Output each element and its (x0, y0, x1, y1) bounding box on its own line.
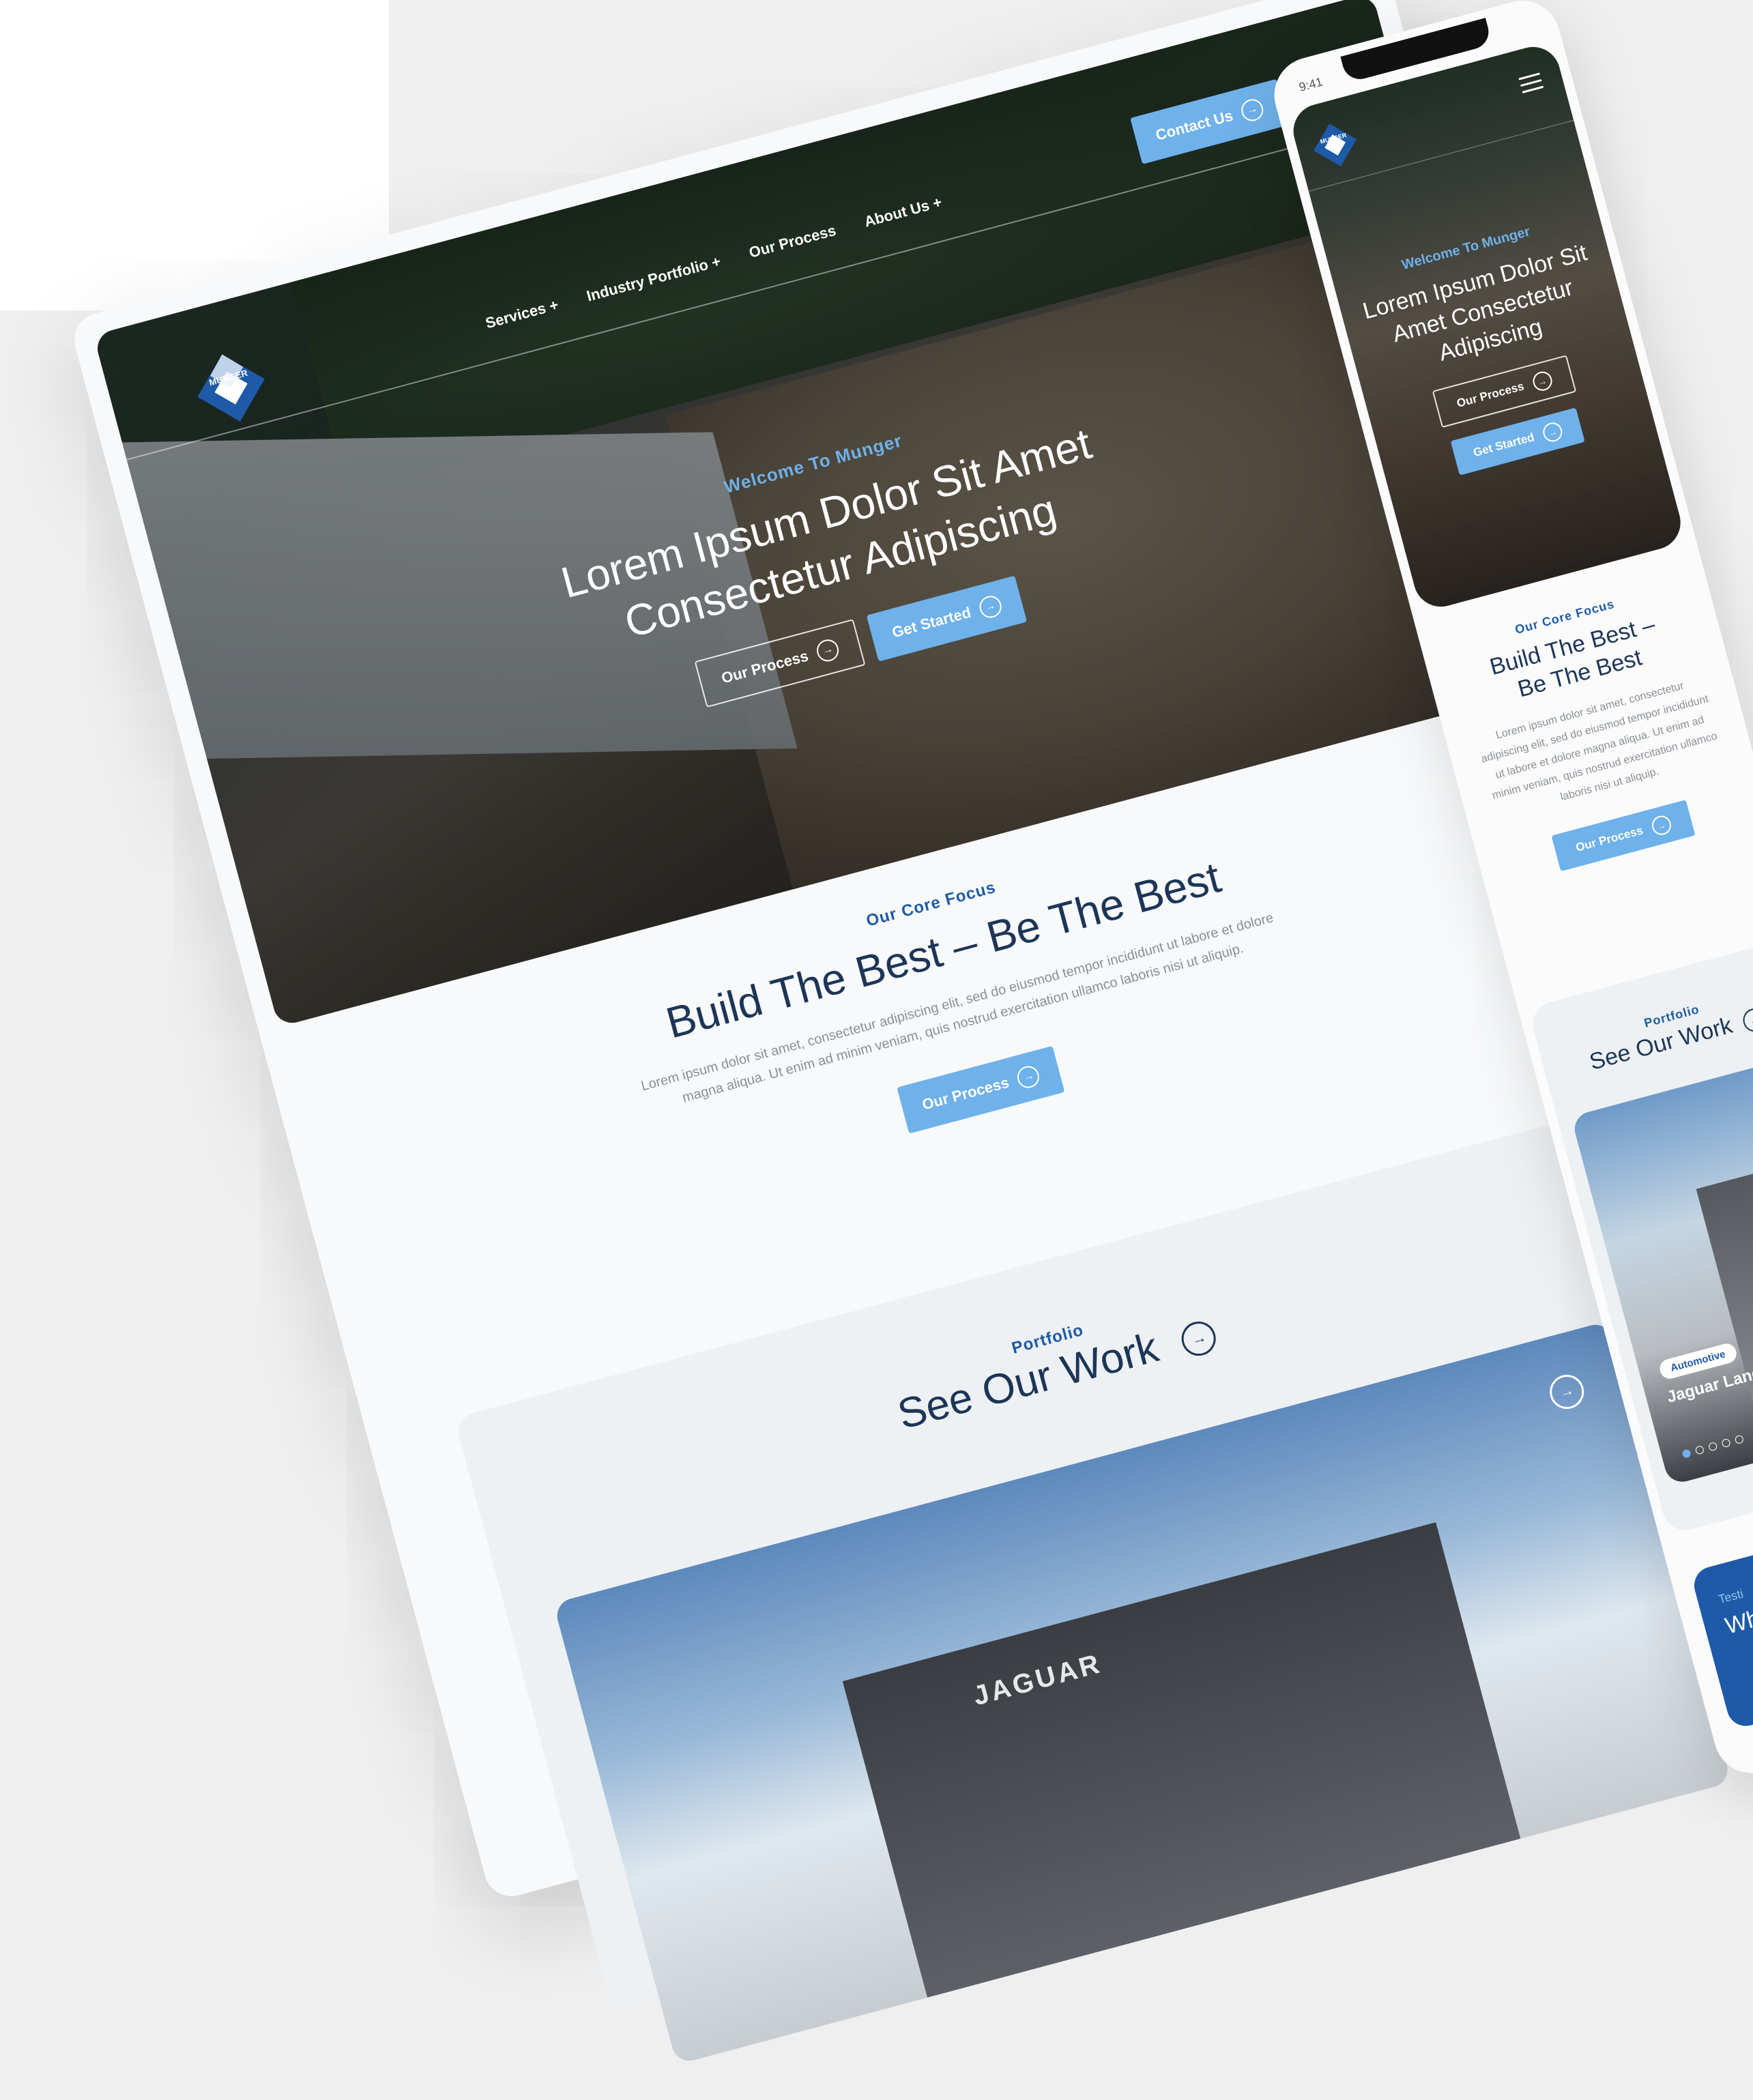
menu-icon-bar (1522, 85, 1544, 93)
arrow-right-icon: → (1015, 1063, 1042, 1091)
arrow-right-icon: → (814, 637, 841, 664)
arrow-right-icon[interactable]: → (1178, 1317, 1220, 1360)
hero-our-process-label: Our Process (719, 647, 811, 687)
arrow-right-icon[interactable]: → (1546, 1371, 1588, 1413)
arrow-right-icon: → (1649, 813, 1673, 837)
carousel-dot[interactable] (1681, 1448, 1692, 1459)
carousel-dots (1681, 1434, 1745, 1459)
arrow-right-icon: → (976, 593, 1004, 621)
arrow-right-icon: → (1238, 96, 1266, 123)
status-time: 9:41 (1297, 74, 1324, 94)
contact-us-label: Contact Us (1153, 106, 1235, 144)
menu-icon-bar (1520, 79, 1542, 87)
testimonial-eyebrow: Testi (1717, 1586, 1745, 1607)
arrow-right-icon[interactable]: → (1740, 1006, 1753, 1034)
core-our-process-label: Our Process (920, 1073, 1011, 1113)
mobile-core-our-process-button[interactable]: Our Process → (1551, 800, 1696, 872)
carousel-dot[interactable] (1721, 1438, 1731, 1448)
arrow-right-icon: → (1530, 369, 1554, 393)
mobile-core-our-process-label: Our Process (1574, 823, 1645, 854)
carousel-dot[interactable] (1707, 1441, 1718, 1452)
arrow-right-icon: → (1541, 420, 1565, 444)
carousel-dot[interactable] (1694, 1445, 1705, 1455)
portfolio-section: Portfolio See Our Work → JAGUAR → (454, 1111, 1753, 2065)
core-our-process-button[interactable]: Our Process → (896, 1045, 1065, 1134)
mobile-our-process-label: Our Process (1455, 379, 1526, 410)
mobile-get-started-label: Get Started (1472, 431, 1536, 460)
hero-get-started-label: Get Started (890, 603, 973, 641)
dealership-building (842, 1522, 1521, 1998)
carousel-dot[interactable] (1734, 1434, 1745, 1445)
